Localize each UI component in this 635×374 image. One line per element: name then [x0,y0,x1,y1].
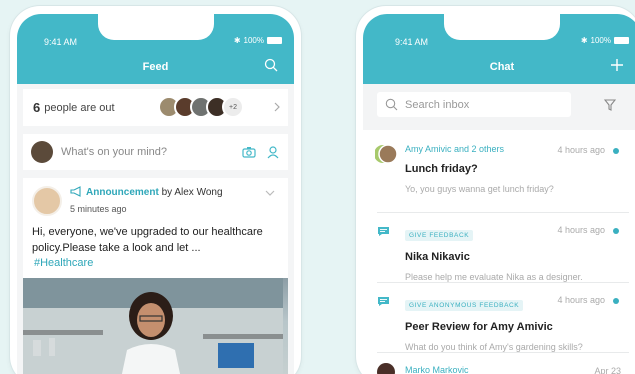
message-subject: Peer Review for Amy Amivic [405,321,553,333]
bluetooth-icon: ✱ [580,36,588,45]
chat-phone: 9:41 AM ✱ 100% Chat Search inbox Amy Ami… [356,6,635,374]
post-author: by Alex Wong [161,187,223,198]
avatar [32,186,62,216]
message-time: 4 hours ago [557,145,605,155]
feed-screen: 9:41 AM ✱ 100% Feed 6 people are out +2 [17,14,294,374]
page-title: Chat [489,61,515,73]
unread-dot [613,148,619,154]
avatar [377,363,395,374]
message-time: Apr 23 [594,366,621,374]
message-preview: What do you think of Amy's gardening ski… [405,342,583,352]
more-avatars-badge: +2 [222,96,244,118]
feedback-tag: GIVE FEEDBACK [405,230,474,241]
group-avatar-icon [375,144,397,164]
unread-dot [613,298,619,304]
chevron-right-icon [274,102,280,112]
chevron-down-icon[interactable] [265,190,275,197]
post-header: Announcement by Alex Wong 5 minutes ago [32,186,279,216]
status-battery: ✱ 100% [234,36,282,45]
compose-input[interactable]: What's on your mind? [61,146,242,158]
battery-percent: 100% [243,36,264,45]
list-item[interactable]: GIVE FEEDBACK 4 hours ago Nika Nikavic P… [363,224,635,282]
megaphone-icon [70,186,81,197]
message-time: 4 hours ago [557,225,605,235]
lab-photo-image [23,278,283,374]
plus-icon[interactable] [610,58,624,72]
notch [97,14,214,40]
page-title: Feed [142,61,169,73]
message-time: 4 hours ago [557,295,605,305]
chat-header: 9:41 AM ✱ 100% Chat [363,14,635,84]
search-icon [385,98,398,111]
status-time: 9:41 AM [395,37,429,47]
status-time: 9:41 AM [44,37,78,47]
battery-icon [267,37,282,44]
divider [377,212,629,213]
message-subject: Lunch friday? [405,163,478,175]
post-photo [23,278,288,374]
people-out-label: people are out [44,101,115,114]
post-body: Hi, everyone, we've upgraded to our heal… [32,226,263,254]
avatar [31,141,53,163]
chat-screen: 9:41 AM ✱ 100% Chat Search inbox Amy Ami… [363,14,635,374]
search-input[interactable]: Search inbox [377,92,571,117]
search-icon[interactable] [264,58,278,72]
avatar-stack: +2 [158,96,244,118]
divider [377,352,629,353]
announcement-post[interactable]: Announcement by Alex Wong 5 minutes ago … [23,178,288,374]
list-item[interactable]: Marko Markovic Apr 23 [363,363,635,374]
tag-person-icon[interactable] [266,145,280,159]
feed-header: 9:41 AM ✱ 100% Feed [17,14,294,84]
post-hashtag[interactable]: #Healthcare [32,257,279,269]
feed-body: 6 people are out +2 What's on your mind? [17,84,294,374]
feedback-icon [378,227,389,236]
message-subject: Nika Nikavic [405,251,470,263]
inbox-list: Amy Amivic and 2 others 4 hours ago Lunc… [363,130,635,374]
list-item[interactable]: Amy Amivic and 2 others 4 hours ago Lunc… [363,144,635,194]
anonymous-feedback-tag: GIVE ANONYMOUS FEEDBACK [405,300,524,311]
unread-dot [613,228,619,234]
battery-icon [614,37,629,44]
list-item[interactable]: GIVE ANONYMOUS FEEDBACK 4 hours ago Peer… [363,294,635,352]
search-placeholder: Search inbox [405,98,470,111]
post-meta: Announcement by Alex Wong 5 minutes ago [70,186,223,216]
filter-icon[interactable] [604,99,616,111]
message-preview: Please help me evaluate Nika as a design… [405,272,583,282]
bluetooth-icon: ✱ [233,36,241,45]
status-battery: ✱ 100% [581,36,629,45]
divider [377,282,629,283]
feedback-icon [378,297,389,306]
people-out-count: 6 [33,100,41,115]
post-type[interactable]: Announcement [86,187,159,198]
people-out-row[interactable]: 6 people are out +2 [23,89,288,126]
compose-bar[interactable]: What's on your mind? [23,134,288,170]
message-preview: Yo, you guys wanna get lunch friday? [405,184,554,194]
camera-icon[interactable] [242,145,256,159]
post-time: 5 minutes ago [70,204,127,214]
battery-percent: 100% [590,36,611,45]
search-bar: Search inbox [363,84,635,130]
notch [444,14,560,40]
feed-phone: 9:41 AM ✱ 100% Feed 6 people are out +2 [10,6,301,374]
